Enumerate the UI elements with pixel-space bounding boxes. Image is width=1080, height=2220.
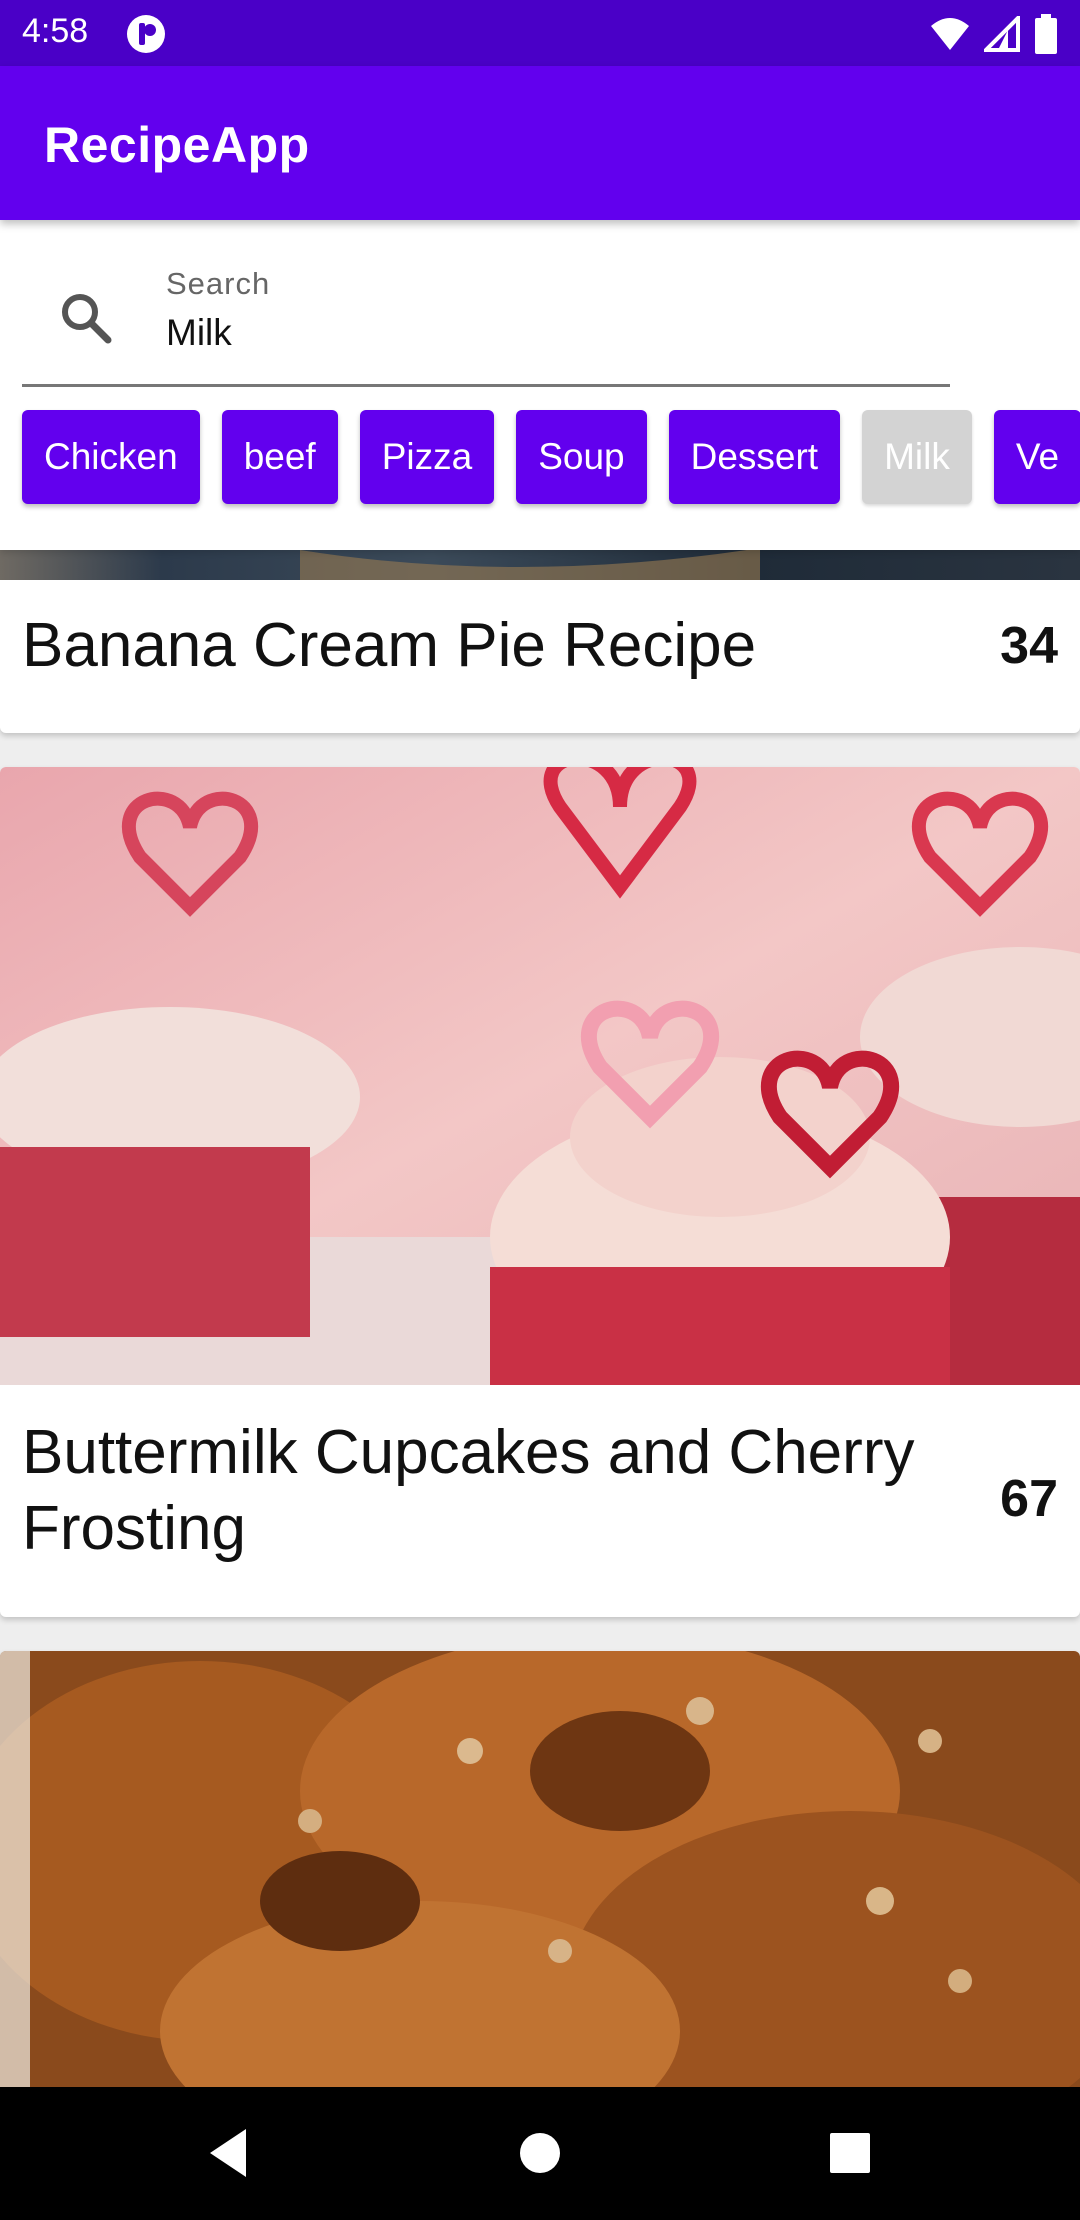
status-bar: 4:58 [0,0,1080,66]
recipe-rating: 67 [1000,1470,1058,1528]
category-chips: Chicken beef Pizza Soup Dessert Milk Ve [22,410,1080,506]
recipe-image [0,550,1080,580]
recipe-card[interactable] [0,1651,1080,2087]
notification-app-icon [127,15,165,53]
recents-icon[interactable] [820,2123,880,2183]
chip-pizza[interactable]: Pizza [359,410,495,504]
chip-dessert[interactable]: Dessert [668,410,841,504]
recipe-rating: 34 [1000,617,1058,675]
chip-milk[interactable]: Milk [862,410,972,504]
navigation-bar [0,2087,1080,2220]
recipe-image [0,1651,1080,2087]
search-input[interactable]: Milk [166,312,232,354]
recipe-card[interactable]: Banana Cream Pie Recipe 34 [0,550,1080,733]
chip-chicken[interactable]: Chicken [22,410,200,504]
app-title: RecipeApp [44,117,310,173]
chip-soup[interactable]: Soup [516,410,647,504]
recipe-title: Buttermilk Cupcakes and Cherry Frosting [22,1418,915,1563]
back-icon[interactable] [200,2123,260,2183]
search-underline [22,384,950,387]
chip-vegetarian[interactable]: Ve [993,410,1080,504]
recipe-image [0,767,1080,1385]
recipe-list[interactable]: Banana Cream Pie Recipe 34 Buttermilk Cu… [0,550,1080,2087]
search-panel: Search Milk Chicken beef Pizza Soup Dess… [0,220,1080,550]
home-icon[interactable] [510,2123,570,2183]
recipe-title: Banana Cream Pie Recipe [22,611,757,680]
battery-icon [1035,14,1057,54]
search-label: Search [166,266,271,301]
recipe-card[interactable]: Buttermilk Cupcakes and Cherry Frosting … [0,767,1080,1617]
signal-icon [984,16,1020,52]
chip-beef[interactable]: beef [221,410,338,504]
wifi-icon [931,18,969,50]
search-icon[interactable] [58,290,114,346]
app-bar: RecipeApp [0,66,1080,220]
status-time: 4:58 [22,12,89,50]
